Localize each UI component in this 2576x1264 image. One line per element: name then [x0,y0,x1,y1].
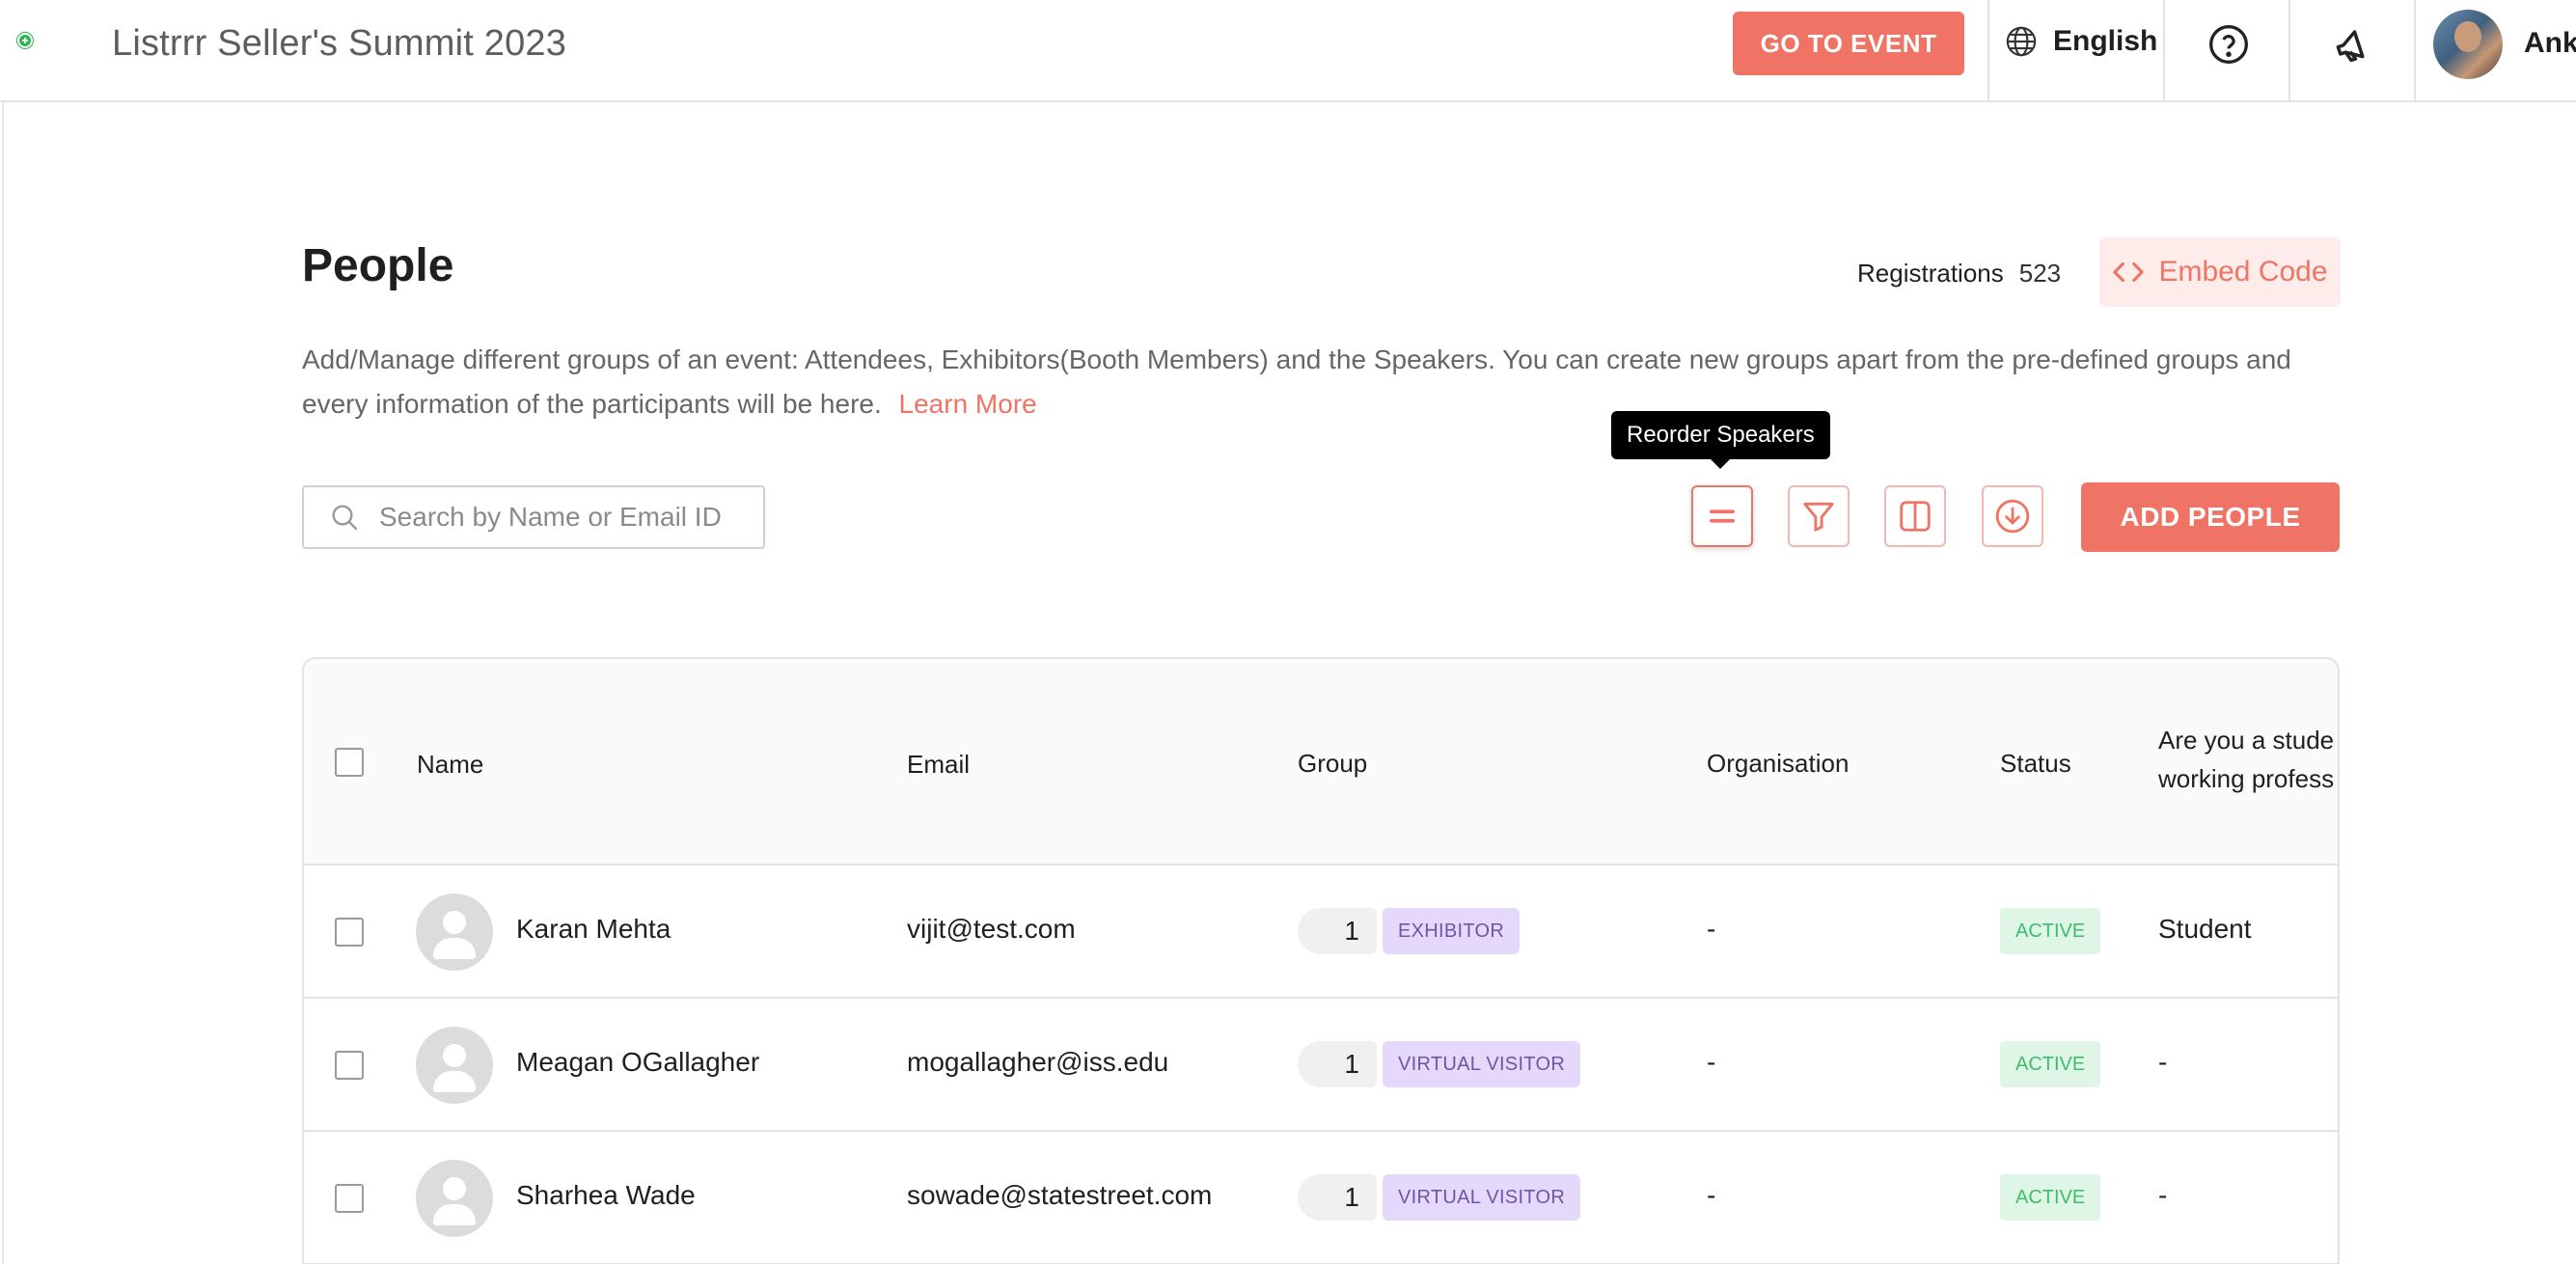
user-avatar-icon [416,1160,493,1237]
status-badge: ACTIVE [2000,1174,2101,1221]
divider [2288,0,2290,102]
code-brackets-icon [2113,261,2145,283]
registrations-summary: Registrations 523 [1857,259,2061,289]
status-badge: ACTIVE [2000,908,2101,954]
select-all-checkbox[interactable] [335,748,364,777]
person-email: sowade@statestreet.com [907,1180,1213,1210]
top-bar: Listrrr Seller's Summit 2023 GO TO EVENT… [0,0,2576,102]
group-tag: VIRTUAL VISITOR [1383,1041,1581,1087]
group-count: 1 [1298,1174,1377,1221]
divider [2414,0,2416,102]
group-count: 1 [1298,1041,1377,1087]
person-organisation: - [1707,1180,1716,1210]
column-header-status[interactable]: Status [2000,749,2071,779]
divider [2163,0,2165,102]
person-organisation: - [1707,1047,1716,1077]
table-row[interactable]: Sharhea Wade sowade@statestreet.com 1 VI… [304,1132,2338,1264]
table-header: Name Email Group Organisation Status Are… [304,659,2338,866]
group-count: 1 [1298,908,1377,954]
user-name[interactable]: Ank [2524,27,2576,60]
group-tag: EXHIBITOR [1383,908,1521,954]
search-input[interactable] [379,502,726,533]
page-description: Add/Manage different groups of an event:… [302,338,2347,426]
column-header-email[interactable]: Email [907,750,970,780]
person-name[interactable]: Sharhea Wade [516,1180,696,1211]
person-email: mogallagher@iss.edu [907,1047,1169,1077]
person-organisation: - [1707,914,1716,944]
user-avatar[interactable] [2433,10,2503,79]
row-checkbox[interactable] [335,918,364,947]
search-icon [332,505,358,531]
description-text: Add/Manage different groups of an event:… [302,344,2291,419]
row-checkbox[interactable] [335,1051,364,1080]
row-checkbox[interactable] [335,1184,364,1213]
page-title: People [302,240,454,291]
registrations-label: Registrations [1857,259,2004,288]
column-header-organisation[interactable]: Organisation [1707,749,1849,779]
people-table: Name Email Group Organisation Status Are… [302,657,2340,1264]
go-to-event-button[interactable]: GO TO EVENT [1733,12,1964,75]
person-student: Student [2158,914,2252,944]
embed-code-button[interactable]: Embed Code [2099,237,2341,307]
status-badge: ACTIVE [2000,1041,2101,1087]
divider [1987,0,1989,102]
columns-icon [1900,501,1931,532]
person-name[interactable]: Karan Mehta [516,914,671,945]
column-header-group[interactable]: Group [1298,749,1367,779]
reorder-icon [1710,509,1735,523]
language-label: English [2053,25,2158,57]
registrations-count: 523 [2018,259,2062,288]
table-row[interactable]: Karan Mehta vijit@test.com 1 EXHIBITOR -… [304,866,2338,999]
person-student: - [2158,1047,2168,1077]
user-avatar-icon [416,1027,493,1104]
download-button[interactable] [1982,485,2043,547]
filter-button[interactable] [1788,485,1850,547]
learn-more-link[interactable]: Learn More [899,389,1037,419]
question-circle-icon[interactable] [2207,23,2250,66]
online-dot-icon [17,33,33,48]
column-header-student-line1: Are you a stude [2158,726,2335,755]
column-header-student[interactable]: Are you a stude working profess [2158,721,2334,798]
table-row[interactable]: Meagan OGallagher mogallagher@iss.edu 1 … [304,999,2338,1132]
reorder-speakers-button[interactable] [1691,485,1753,547]
sidebar-edge [2,102,4,1264]
megaphone-icon[interactable] [2333,23,2377,68]
add-people-button[interactable]: ADD PEOPLE [2081,482,2340,552]
globe-icon [2006,26,2037,57]
search-box[interactable] [302,485,765,549]
language-selector[interactable]: English [2005,25,2157,58]
event-title: Listrrr Seller's Summit 2023 [112,23,567,64]
embed-code-label: Embed Code [2158,256,2328,288]
columns-button[interactable] [1884,485,1946,547]
column-header-student-line2: working profess [2158,764,2335,793]
user-avatar-icon [416,893,493,971]
download-icon [1995,499,2030,534]
column-header-name[interactable]: Name [417,750,483,780]
reorder-tooltip: Reorder Speakers [1611,411,1830,469]
person-name[interactable]: Meagan OGallagher [516,1047,759,1078]
group-tag: VIRTUAL VISITOR [1383,1174,1581,1221]
person-email: vijit@test.com [907,914,1076,944]
person-student: - [2158,1180,2168,1210]
filter-icon [1803,502,1834,532]
